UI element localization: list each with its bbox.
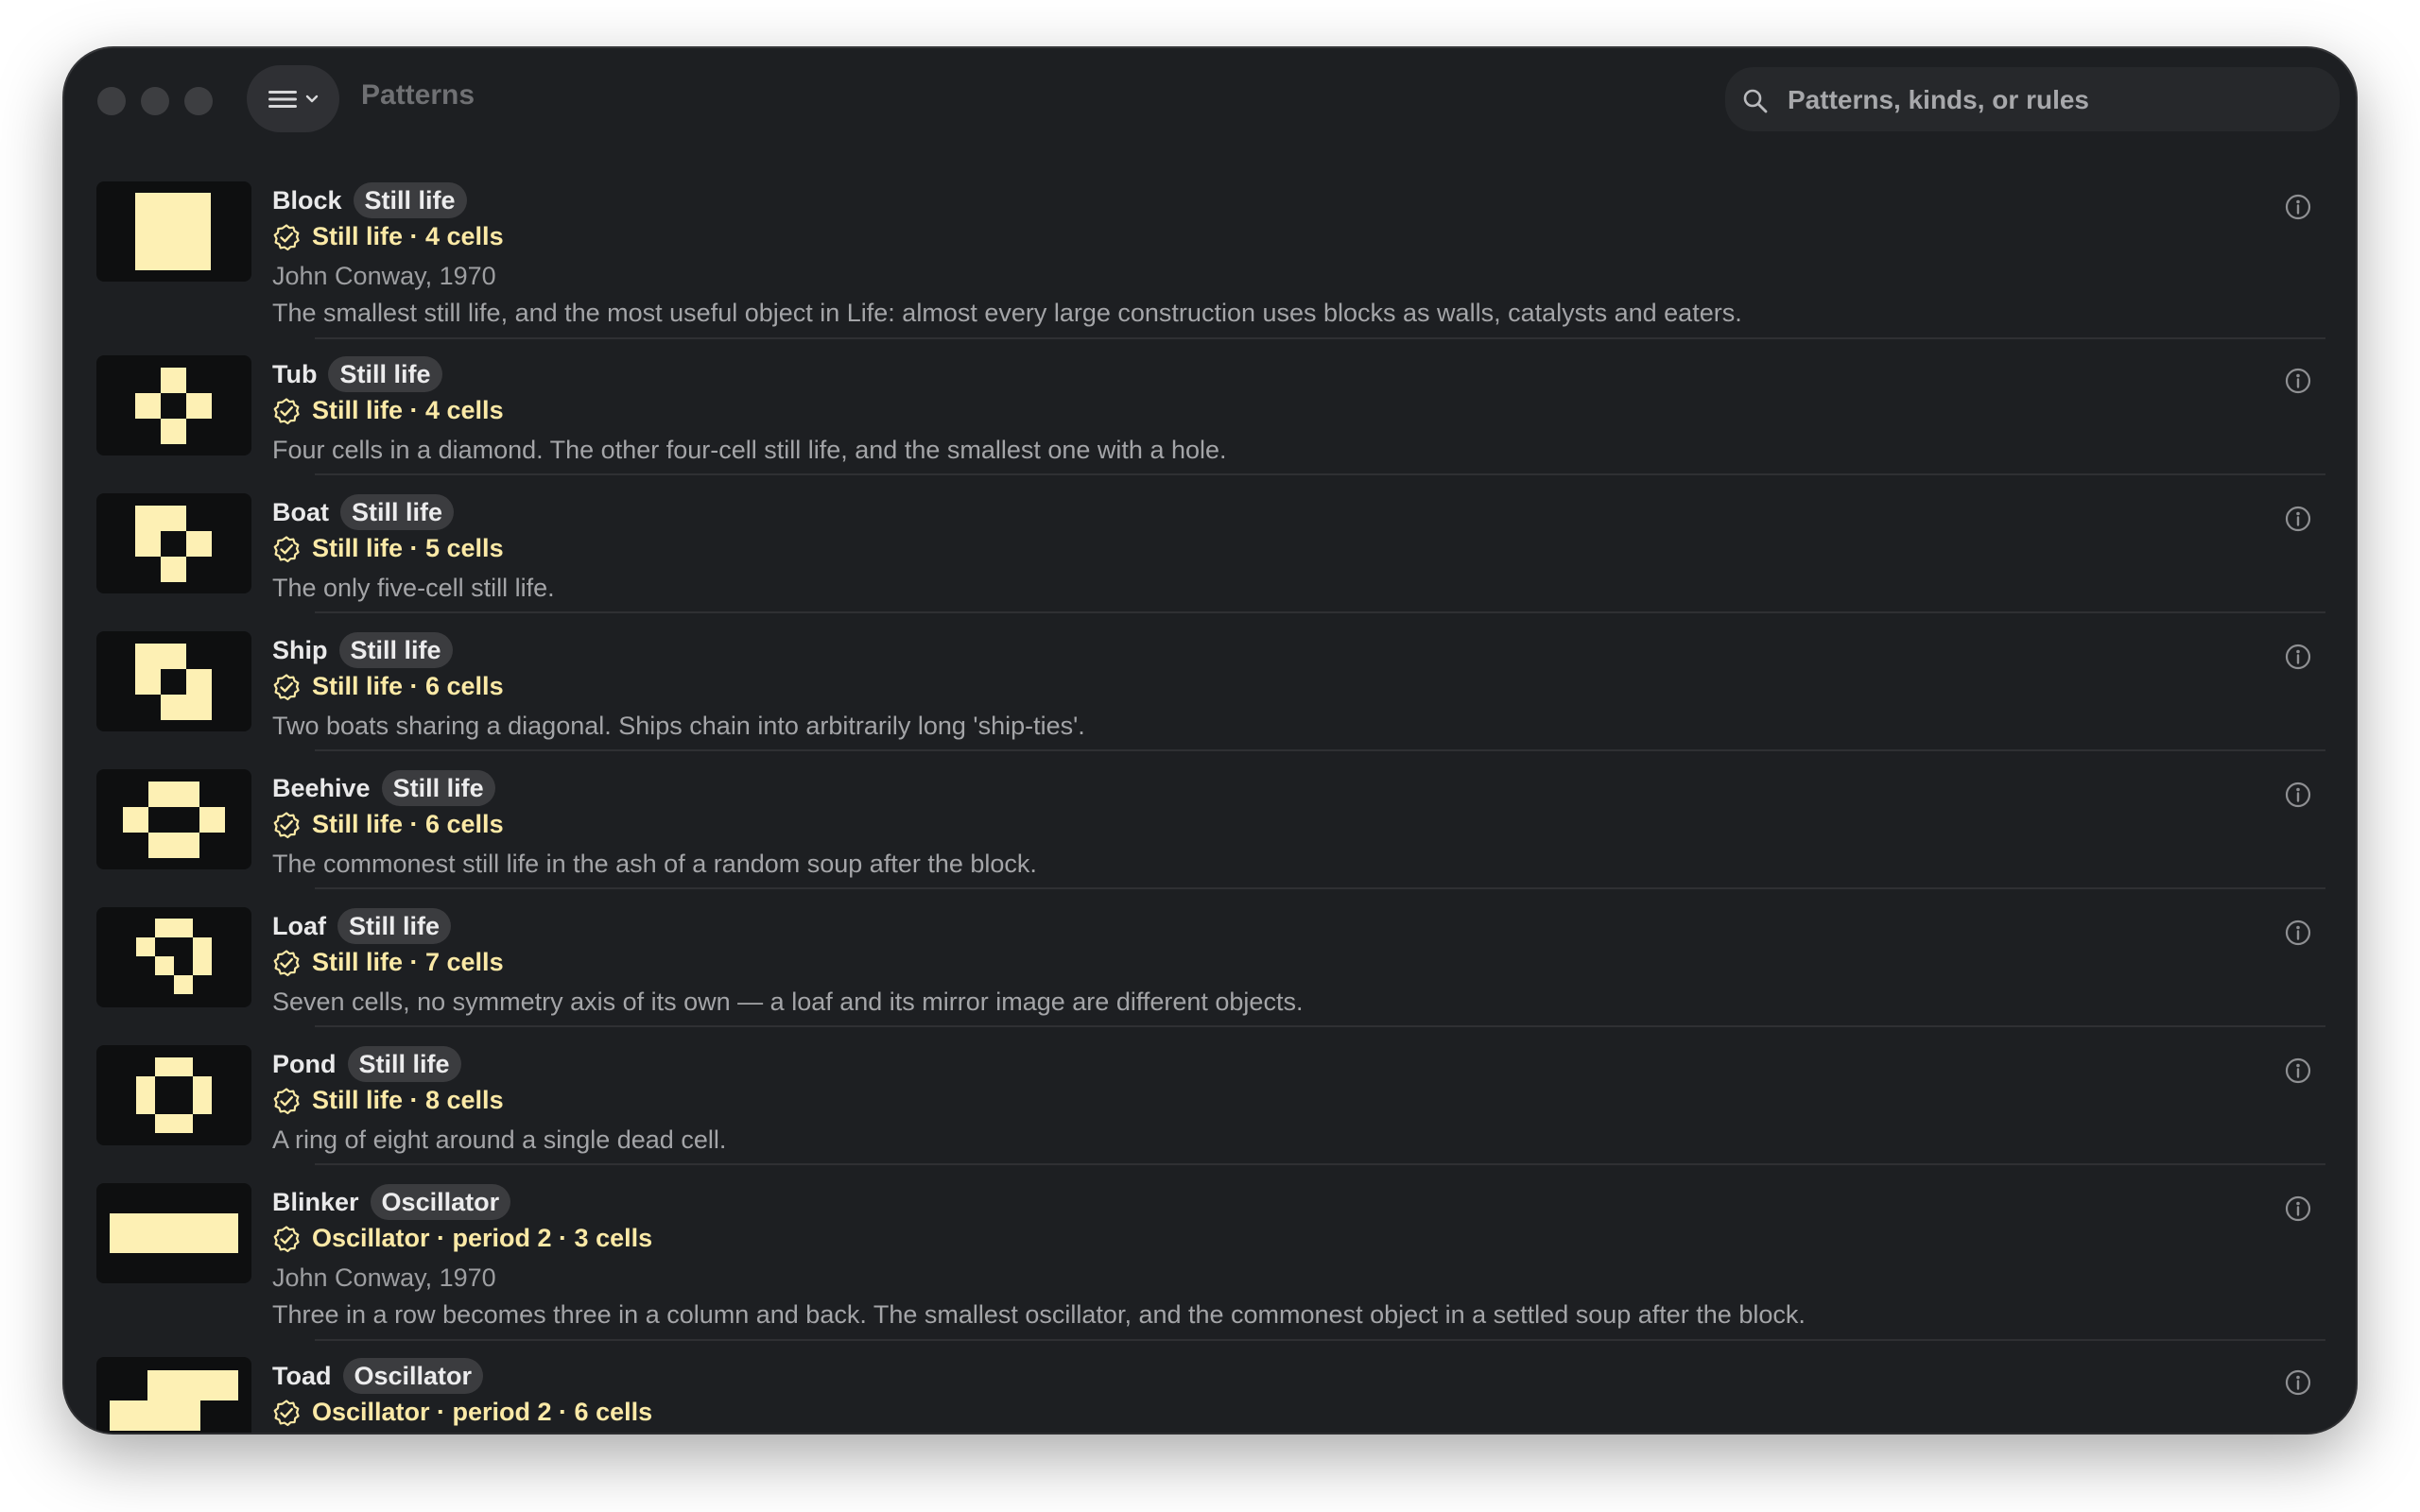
- kind-badge: Still life: [328, 356, 442, 392]
- pattern-description: Three in a row becomes three in a column…: [272, 1300, 1806, 1329]
- pattern-name: Ship: [272, 635, 328, 664]
- info-icon[interactable]: [2284, 781, 2312, 809]
- pattern-thumbnail: [96, 907, 251, 1007]
- verified-badge-icon: [273, 673, 300, 700]
- pattern-meta: Still life · 6 cells: [312, 810, 504, 838]
- kind-badge: Still life: [340, 494, 455, 530]
- info-icon[interactable]: [2284, 1368, 2312, 1397]
- app-window: Patterns Patterns, kinds, or rules Block…: [64, 48, 2356, 1433]
- info-icon[interactable]: [2284, 643, 2312, 671]
- verified-badge-icon: [273, 1225, 300, 1252]
- pattern-meta: Still life · 4 cells: [312, 222, 504, 250]
- pattern-thumbnail: [96, 181, 251, 282]
- info-icon[interactable]: [2284, 1057, 2312, 1085]
- info-icon[interactable]: [2284, 367, 2312, 395]
- divider: [315, 1025, 2325, 1027]
- kind-badge: Oscillator: [370, 1184, 511, 1220]
- pattern-description: Two boats sharing a diagonal. Ships chai…: [272, 712, 1085, 740]
- pattern-thumbnail: [96, 493, 251, 593]
- kind-badge: Still life: [347, 1046, 461, 1082]
- pattern-description: The commonest still life in the ash of a…: [272, 850, 1037, 878]
- verified-badge-icon: [273, 811, 300, 838]
- divider: [315, 1163, 2325, 1165]
- info-icon[interactable]: [2284, 193, 2312, 221]
- pattern-name: Pond: [272, 1049, 337, 1078]
- pattern-meta: Oscillator · period 2 · 6 cells: [312, 1398, 653, 1426]
- pattern-meta: Still life · 8 cells: [312, 1086, 504, 1114]
- verified-badge-icon: [273, 223, 300, 250]
- pattern-description: A ring of eight around a single dead cel…: [272, 1125, 727, 1154]
- kind-badge: Still life: [353, 182, 467, 218]
- pattern-description: The smallest still life, and the most us…: [272, 299, 1742, 327]
- pattern-name: Loaf: [272, 911, 326, 940]
- kind-badge: Still life: [381, 770, 495, 806]
- pattern-name: Block: [272, 185, 342, 215]
- kind-badge: Still life: [338, 632, 453, 668]
- verified-badge-icon: [273, 949, 300, 976]
- pattern-thumbnail: [96, 1183, 251, 1283]
- divider: [315, 611, 2325, 613]
- pattern-name: Tub: [272, 359, 318, 388]
- kind-badge: Still life: [337, 908, 452, 944]
- verified-badge-icon: [273, 1399, 300, 1426]
- divider: [315, 337, 2325, 339]
- pattern-thumbnail: [96, 769, 251, 869]
- pattern-description: Seven cells, no symmetry axis of its own…: [272, 988, 1304, 1016]
- pattern-meta: Oscillator · period 2 · 3 cells: [312, 1224, 653, 1252]
- pattern-author: John Conway, 1970: [272, 1263, 496, 1292]
- pattern-name: Boat: [272, 497, 329, 526]
- verified-badge-icon: [273, 397, 300, 424]
- pattern-name: Toad: [272, 1361, 332, 1390]
- pattern-name: Blinker: [272, 1187, 359, 1216]
- pattern-meta: Still life · 6 cells: [312, 672, 504, 700]
- divider: [315, 749, 2325, 751]
- pattern-thumbnail: [96, 1045, 251, 1145]
- verified-badge-icon: [273, 1087, 300, 1114]
- info-icon[interactable]: [2284, 505, 2312, 533]
- pattern-description: Four cells in a diamond. The other four-…: [272, 436, 1227, 464]
- pattern-thumbnail: [96, 355, 251, 455]
- pattern-meta: Still life · 5 cells: [312, 534, 504, 562]
- pattern-author: John Conway, 1970: [272, 262, 496, 290]
- info-icon[interactable]: [2284, 919, 2312, 947]
- pattern-name: Beehive: [272, 773, 371, 802]
- pattern-list: Block Still life Still life · 4 cells Jo…: [64, 48, 2356, 1433]
- info-icon[interactable]: [2284, 1194, 2312, 1223]
- pattern-thumbnail: [96, 1357, 251, 1433]
- divider: [315, 887, 2325, 889]
- kind-badge: Oscillator: [342, 1358, 484, 1394]
- pattern-meta: Still life · 4 cells: [312, 396, 504, 424]
- pattern-thumbnail: [96, 631, 251, 731]
- divider: [315, 473, 2325, 475]
- pattern-description: The only five-cell still life.: [272, 574, 555, 602]
- verified-badge-icon: [273, 535, 300, 562]
- pattern-meta: Still life · 7 cells: [312, 948, 504, 976]
- divider: [315, 1339, 2325, 1341]
